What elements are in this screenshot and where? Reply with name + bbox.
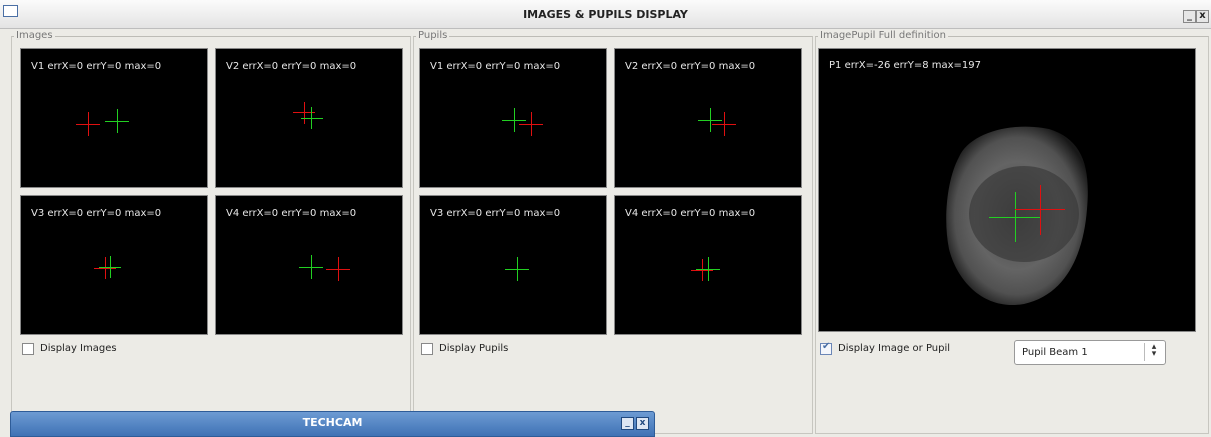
pupil-panel-v2: V2 errX=0 errY=0 max=0 (614, 48, 802, 188)
measured-cross-h (301, 118, 323, 119)
image-panel-v4: V4 errX=0 errY=0 max=0 (215, 195, 403, 335)
measured-cross-v (517, 257, 518, 281)
full-definition-panel: P1 errX=-26 errY=8 max=197 (818, 48, 1196, 332)
pupil-panel-v3: V3 errX=0 errY=0 max=0 (419, 195, 607, 335)
pupil-beam-select[interactable]: Pupil Beam 1 ▴ ▾ (1014, 340, 1166, 365)
panel-label: V3 errX=0 errY=0 max=0 (31, 208, 162, 219)
close-button[interactable]: x (1196, 10, 1209, 23)
panel-label: V3 errX=0 errY=0 max=0 (430, 208, 561, 219)
panel-label: V4 errX=0 errY=0 max=0 (625, 208, 756, 219)
display-pupils-checkbox[interactable] (421, 343, 433, 355)
image-panel-v1: V1 errX=0 errY=0 max=0 (20, 48, 208, 188)
chevron-updown-icon[interactable]: ▴ ▾ (1144, 343, 1163, 361)
measured-cross-v (311, 107, 312, 129)
reference-cross-v (105, 257, 106, 279)
measured-cross-v (1015, 192, 1016, 242)
pupils-group-title: Pupils (416, 30, 450, 41)
panel-label: V1 errX=0 errY=0 max=0 (31, 61, 162, 72)
reference-cross-v (338, 257, 339, 281)
reference-cross-v (702, 259, 703, 281)
measured-cross-v (311, 255, 312, 279)
measured-cross-v (708, 257, 709, 281)
reference-cross-v (304, 102, 305, 124)
panel-label: V4 errX=0 errY=0 max=0 (226, 208, 357, 219)
reference-cross-v (724, 112, 725, 136)
panel-label: V2 errX=0 errY=0 max=0 (625, 61, 756, 72)
panel-label: V1 errX=0 errY=0 max=0 (430, 61, 561, 72)
window-title: IMAGES & PUPILS DISPLAY (523, 8, 688, 21)
reference-cross-v (1040, 185, 1041, 235)
reference-cross-v (88, 112, 89, 136)
display-images-checkbox[interactable] (22, 343, 34, 355)
full-definition-group-title: ImagePupil Full definition (818, 30, 948, 41)
image-panel-v3: V3 errX=0 errY=0 max=0 (20, 195, 208, 335)
panel-label: V2 errX=0 errY=0 max=0 (226, 61, 357, 72)
pupil-image (946, 126, 1088, 306)
pupil-panel-v4: V4 errX=0 errY=0 max=0 (614, 195, 802, 335)
measured-cross-v (710, 108, 711, 132)
measured-cross-v (117, 109, 118, 133)
image-panel-v2: V2 errX=0 errY=0 max=0 (215, 48, 403, 188)
display-image-or-pupil-label: Display Image or Pupil (838, 343, 951, 354)
pupil-beam-select-value: Pupil Beam 1 (1022, 347, 1088, 358)
window-titlebar: IMAGES & PUPILS DISPLAY _ x (0, 0, 1211, 29)
measured-cross-v (514, 108, 515, 132)
measured-cross-v (110, 256, 111, 278)
techcam-window-titlebar[interactable]: TECHCAM _ x (10, 411, 655, 437)
reference-cross-v (531, 112, 532, 136)
techcam-close-button[interactable]: x (636, 417, 649, 430)
display-images-label: Display Images (40, 343, 117, 354)
minimize-button[interactable]: _ (1183, 10, 1196, 23)
techcam-title: TECHCAM (302, 416, 363, 429)
display-pupils-label: Display Pupils (439, 343, 509, 354)
display-image-or-pupil-checkbox[interactable] (820, 341, 832, 355)
techcam-minimize-button[interactable]: _ (621, 417, 634, 430)
images-group-title: Images (14, 30, 55, 41)
pupil-panel-v1: V1 errX=0 errY=0 max=0 (419, 48, 607, 188)
panel-label: P1 errX=-26 errY=8 max=197 (829, 60, 981, 71)
